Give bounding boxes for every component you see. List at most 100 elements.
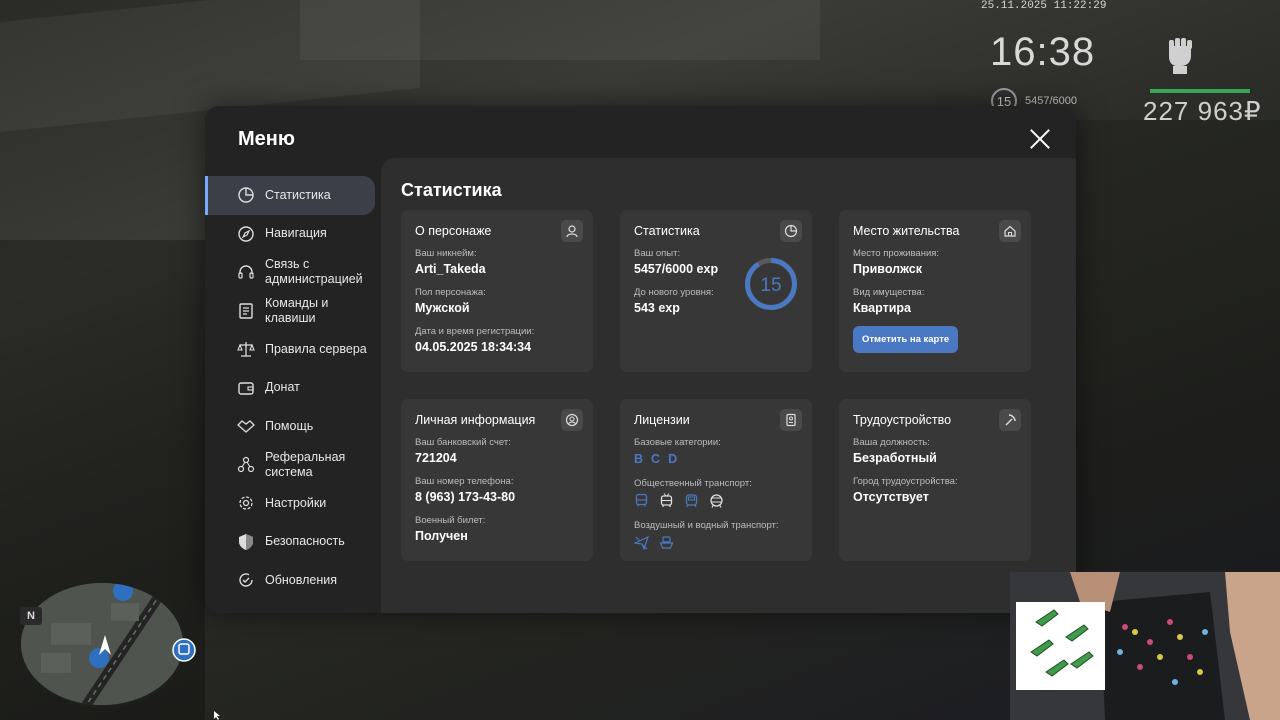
card-title: О персонаже [415,224,492,238]
pickaxe-icon [1005,414,1016,426]
card-icon [999,409,1021,431]
sticker-card [1016,602,1105,690]
card-icon [780,409,802,431]
sidebar-item-donate[interactable]: Донат [205,369,381,408]
minimap-roads [21,583,183,705]
health-bar-fill [1150,89,1250,93]
sidebar: Статистика Навигация Связь с администрац… [205,176,381,600]
card-statistics: Статистика Ваш опыт: 5457/6000 exp До но… [620,210,812,372]
level-number: 15 [760,275,781,296]
sidebar-item-admin-contact[interactable]: Связь с администрацией [205,253,381,292]
close-icon[interactable] [1029,128,1051,150]
card-residence: Место жительства Место проживания: Приво… [839,210,1031,372]
sidebar-item-settings[interactable]: Настройки [205,484,381,523]
sidebar-item-label: Реферальная система [265,449,346,479]
sidebar-item-label: Помощь [265,418,314,433]
position-value: Безработный [853,451,937,465]
document-icon [239,303,253,319]
pie-chart-icon [784,224,798,238]
public-transport-label: Общественный транспорт: [634,478,752,489]
sidebar-item-label: Обновления [265,572,337,587]
health-bar [1150,89,1252,93]
sidebar-item-help[interactable]: Помощь [205,407,381,446]
bank-value: 721204 [415,451,457,465]
user-icon [566,225,578,238]
hud-clock: 16:38 [990,30,1096,74]
military-label: Военный билет: [415,515,486,526]
air-water-transport-icons [634,535,798,550]
nickname-label: Ваш никнейм: [415,248,477,259]
residence-value: Приволжск [853,262,922,276]
military-value: Получен [415,529,468,543]
webcam-overlay [1010,572,1280,720]
base-categories: B C D [634,452,798,466]
scales-icon [237,342,255,357]
sidebar-item-statistics[interactable]: Статистика [205,176,375,215]
phone-value: 8 (963) 173-43-80 [415,490,516,504]
air-water-transport-label: Воздушный и водный транспорт: [634,520,779,531]
hud-money: 227 963₽ [1143,96,1262,126]
sidebar-item-referral[interactable]: Реферальная система [205,446,381,485]
menu-window: Меню Статистика Навигация Связь с админи… [205,106,1076,613]
home-icon [1004,225,1016,237]
sidebar-item-updates[interactable]: Обновления [205,561,381,600]
sidebar-item-commands[interactable]: Команды и клавиши [205,292,381,331]
sidebar-item-label: Настройки [265,495,327,510]
residence-label: Место проживания: [853,248,940,259]
card-title: Трудоустройство [853,413,952,427]
card-licenses: Лицензии Базовые категории: B C D Общест… [620,399,812,561]
sidebar-item-label: Правила сервера [265,341,367,356]
bank-label: Ваш банковский счет: [415,437,511,448]
property-label: Вид имущества: [853,287,925,298]
user-circle-icon [565,413,579,427]
network-icon [237,456,255,472]
metro-icon [710,494,723,508]
card-icon [561,220,583,242]
card-title: Место жительства [853,224,960,238]
card-title: Статистика [634,224,700,238]
mark-on-map-button[interactable]: Отметить на карте [853,326,959,353]
fist-icon [1169,38,1192,74]
sidebar-item-label: Команды и клавиши [265,295,329,325]
sidebar-item-rules[interactable]: Правила сервера [205,330,381,369]
plane-icon [634,535,649,550]
background-building [300,0,820,60]
knife-sticker-image [1030,609,1094,677]
hud-datetime: 25.11.2025 11:22:29 [981,0,1107,12]
minimap [18,580,186,708]
card-character: О персонаже Ваш никнейм: Arti_Takeda Пол… [401,210,593,372]
sidebar-item-security[interactable]: Безопасность [205,523,381,562]
background-shadow [1076,120,1280,570]
mouse-cursor-icon [214,711,220,720]
compass-icon [238,226,254,242]
menu-title: Меню [238,128,295,150]
pie-chart-icon [238,187,254,203]
level-progress-ring: 15 [745,258,797,310]
wallet-icon [238,382,254,395]
minimap-north-indicator: N [20,607,42,625]
trolleybus-icon [660,493,673,507]
category-b: B [634,452,644,466]
refresh-check-icon [239,573,253,587]
sidebar-item-label: Статистика [265,187,331,202]
base-categories-label: Базовые категории: [634,437,721,448]
tram-icon [685,494,698,508]
nickname-value: Arti_Takeda [415,262,486,276]
gear-icon [239,496,253,510]
gender-label: Пол персонажа: [415,287,486,298]
bus-icon [635,493,648,507]
card-icon [999,220,1021,242]
bus-stop-icon [172,638,196,662]
card-personal-info: Личная информация Ваш банковский счет: 7… [401,399,593,561]
sidebar-item-label: Безопасность [265,534,345,549]
position-label: Ваша должность: [853,437,930,448]
card-icon [780,220,802,242]
card-icon [561,409,583,431]
license-icon [786,413,796,427]
category-d: D [668,452,678,466]
phone-label: Ваш номер телефона: [415,476,514,487]
sidebar-item-navigation[interactable]: Навигация [205,215,381,254]
registration-value: 04.05.2025 18:34:34 [415,340,532,354]
shield-icon [239,533,253,550]
content-panel: Статистика О персонаже Ваш никнейм: Arti… [381,158,1076,613]
